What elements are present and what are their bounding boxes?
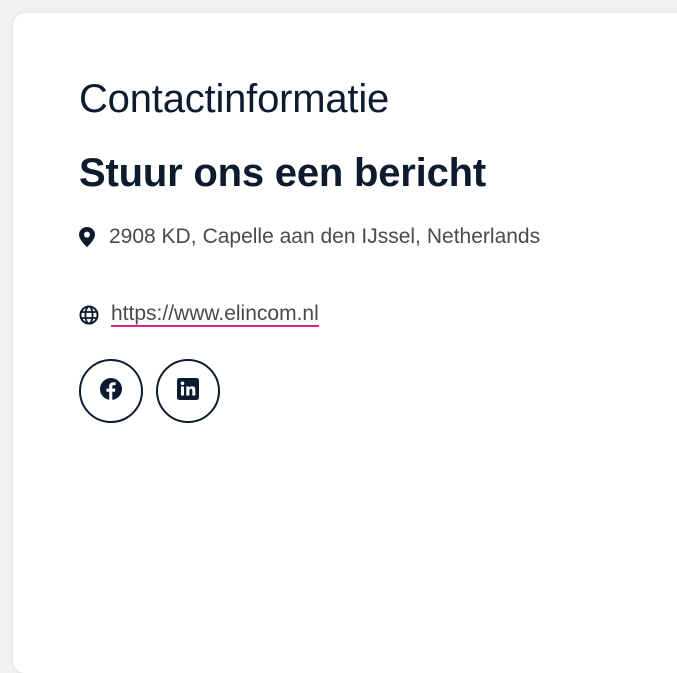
facebook-button[interactable] (79, 359, 143, 423)
linkedin-button[interactable] (156, 359, 220, 423)
globe-icon (79, 305, 99, 325)
address-country: Netherlands (426, 225, 541, 248)
address-postcode: 2908 KD, (109, 225, 197, 248)
website-row: https://www.elincom.nl (79, 303, 540, 327)
website-link[interactable]: https://www.elincom.nl (111, 303, 319, 327)
section-eyebrow: Contactinformatie (79, 77, 390, 121)
linkedin-icon (177, 377, 199, 405)
social-links (79, 359, 540, 423)
contact-content: Contactinformatie Stuur ons een bericht … (79, 75, 540, 423)
facebook-icon (99, 377, 123, 406)
address-city: Capelle aan den IJssel, (202, 225, 421, 248)
address-text: 2908 KD, Capelle aan den IJssel, Netherlan… (109, 225, 540, 249)
address-row: 2908 KD, Capelle aan den IJssel, Netherlan… (79, 225, 540, 249)
contact-card: Contactinformatie Stuur ons een bericht … (13, 13, 677, 673)
map-marker-icon (79, 227, 95, 247)
page-title: Stuur ons een bericht (79, 151, 486, 195)
